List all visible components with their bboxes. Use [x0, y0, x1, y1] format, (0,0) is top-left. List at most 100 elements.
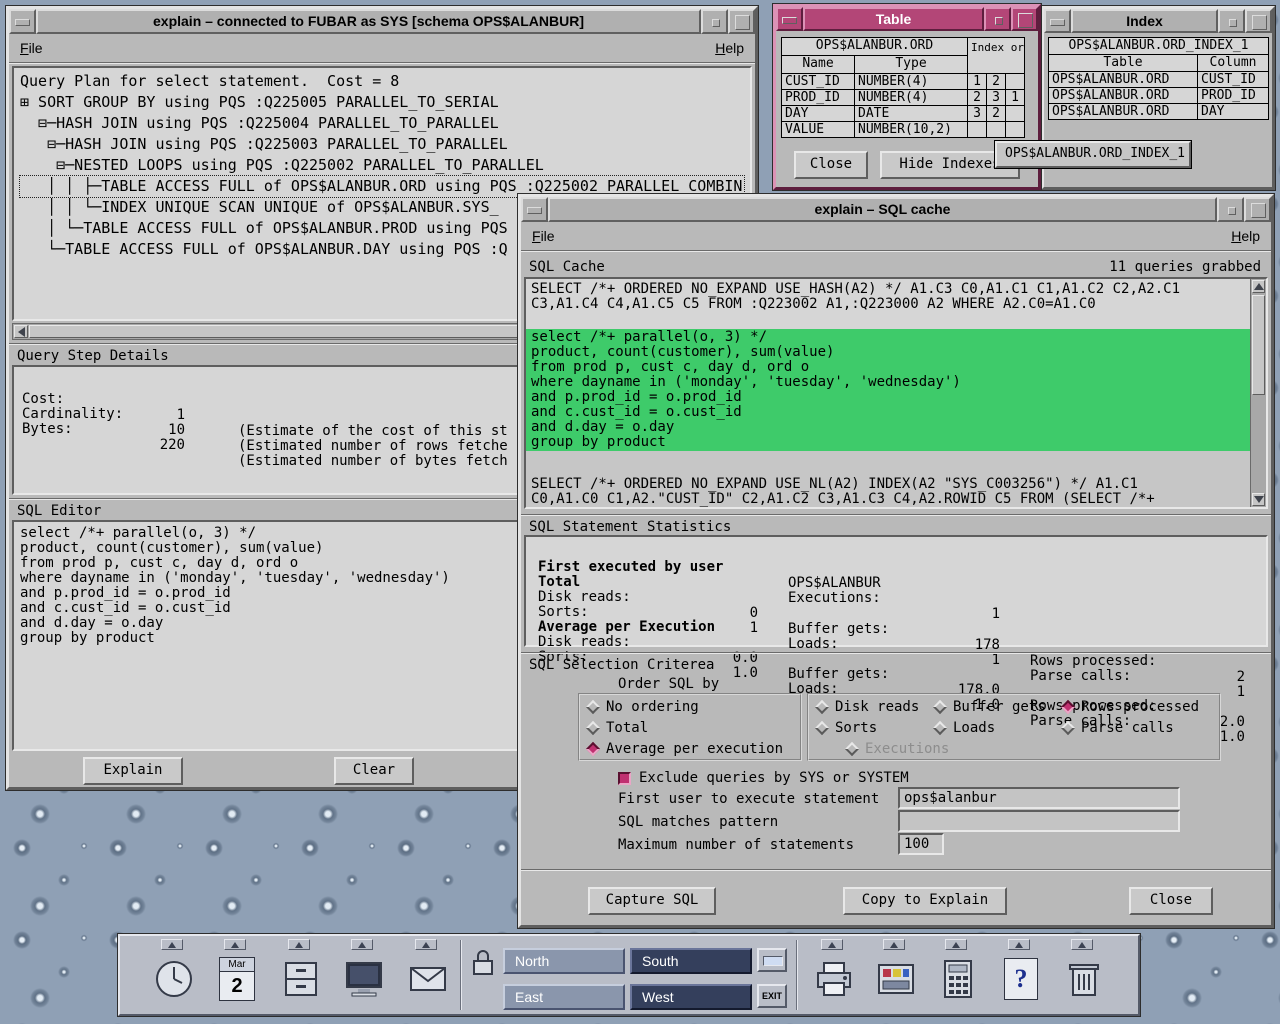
subpanel-arrow-icon[interactable] [288, 939, 310, 950]
first-user-input[interactable] [898, 787, 1180, 809]
window-menu-button[interactable] [9, 9, 36, 34]
clear-button[interactable]: Clear [334, 757, 414, 785]
checkbox-icon [618, 772, 631, 785]
radio-loads[interactable]: Loads [935, 719, 995, 737]
file-manager-icon[interactable] [275, 950, 327, 1008]
maximize-button[interactable] [1244, 197, 1271, 222]
radio-no-ordering[interactable]: No ordering [588, 698, 699, 716]
subpanel-arrow-icon[interactable] [821, 939, 843, 950]
style-manager-icon[interactable] [870, 950, 922, 1008]
radio-diamond-icon [815, 700, 829, 714]
radio-parse-calls[interactable]: Parse calls [1063, 719, 1174, 737]
radio-disk-reads[interactable]: Disk reads [817, 698, 919, 716]
file-menu[interactable]: File [13, 38, 50, 58]
column-name-cell[interactable]: CUST_ID [782, 74, 854, 89]
column-name-cell[interactable]: DAY [782, 106, 854, 121]
maximize-button[interactable] [1011, 7, 1038, 31]
plan-tree-node[interactable]: ⊟─HASH JOIN using PQS :Q225004 PARALLEL_… [20, 113, 744, 134]
lock-icon[interactable] [470, 948, 496, 978]
radio-rows-processed[interactable]: Rows processed [1063, 698, 1199, 716]
calculator-icon[interactable] [932, 950, 984, 1008]
index-selector-dropdown[interactable]: OPS$ALANBUR.ORD_INDEX_1 [995, 141, 1191, 168]
help-menu[interactable]: Help [708, 38, 751, 58]
menubar: File Help [521, 222, 1271, 250]
scroll-up-button[interactable] [1252, 280, 1265, 293]
subpanel-arrow-icon[interactable] [161, 939, 183, 950]
capture-sql-button[interactable]: Capture SQL [588, 887, 716, 915]
close-button[interactable]: Close [1129, 887, 1213, 915]
minimize-button[interactable] [984, 7, 1011, 31]
index-column-cell: CUST_ID [1198, 72, 1268, 87]
cache-line: and p.prod_id = o.prod_id [531, 390, 1245, 405]
exclude-sys-checkbox[interactable]: Exclude queries by SYS or SYSTEM [618, 769, 909, 787]
subpanel-arrow-icon[interactable] [351, 939, 373, 950]
window-title: explain – connected to FUBAR as SYS [sch… [36, 9, 701, 34]
max-statements-input[interactable] [898, 833, 944, 855]
column-name-cell[interactable]: PROD_ID [782, 90, 854, 105]
radio-buffer-gets[interactable]: Buffer gets [935, 698, 1046, 716]
radio-average-per-execution[interactable]: Average per execution [588, 740, 783, 758]
index-column-cell: PROD_ID [1198, 88, 1268, 103]
workspace-button-east[interactable]: East [503, 984, 625, 1010]
cache-entry-selected[interactable]: select /*+ parallel(o, 3) */ product, co… [526, 329, 1250, 451]
minimize-button[interactable] [1218, 9, 1245, 33]
radio-total[interactable]: Total [588, 719, 648, 737]
cache-entry[interactable]: SELECT /*+ ORDERED NO_EXPAND USE_HASH(A2… [526, 279, 1250, 329]
window-menu-button[interactable] [776, 7, 803, 31]
file-menu[interactable]: File [525, 226, 562, 246]
plan-tree-node[interactable]: ⊟─NESTED LOOPS using PQS :Q225002 PARALL… [20, 155, 744, 176]
stats-row: Disk reads: 0 Buffer gets: 178 Rows proc… [534, 573, 1258, 588]
explain-button[interactable]: Explain [83, 757, 183, 785]
window-menu-button[interactable] [521, 197, 548, 222]
clock-icon[interactable] [148, 950, 200, 1008]
printer-icon[interactable] [808, 950, 860, 1008]
calendar-icon[interactable]: Mar 2 [211, 950, 263, 1008]
sql-cache-window: explain – SQL cache File Help SQL Cache … [518, 194, 1274, 928]
subpanel-arrow-icon[interactable] [415, 939, 437, 950]
plan-tree-node[interactable]: ⊞ SORT GROUP BY using PQS :Q225005 PARAL… [20, 92, 744, 113]
mail-icon[interactable] [402, 950, 454, 1008]
close-button[interactable]: Close [794, 151, 868, 179]
down-arrow-icon [1254, 496, 1264, 503]
radio-executions: Executions [847, 740, 949, 758]
trash-icon[interactable] [1058, 950, 1110, 1008]
index-order-cell: 2 [987, 106, 1005, 121]
minimize-button[interactable] [701, 9, 728, 34]
copy-to-explain-button[interactable]: Copy to Explain [843, 887, 1007, 915]
workspace-button-west[interactable]: West [630, 984, 752, 1010]
stats-row: First executed by user OPS$ALANBUR [534, 543, 1258, 558]
scroll-down-button[interactable] [1252, 493, 1265, 506]
cache-line: SELECT /*+ ORDERED NO_EXPAND USE_NL(A2) … [531, 477, 1245, 492]
radio-diamond-icon [845, 742, 859, 756]
maximize-button[interactable] [728, 9, 755, 34]
help-menu[interactable]: Help [1224, 226, 1267, 246]
subpanel-arrow-icon[interactable] [1071, 939, 1093, 950]
window-menu-button[interactable] [1044, 9, 1071, 33]
statement-statistics-panel: First executed by user OPS$ALANBUR Total… [524, 535, 1268, 647]
workspace-button-north[interactable]: North [503, 948, 625, 974]
order-options-group: No ordering Total Average per execution [578, 693, 802, 761]
subpanel-arrow-icon[interactable] [945, 939, 967, 950]
subpanel-arrow-icon[interactable] [883, 939, 905, 950]
subpanel-arrow-icon[interactable] [1008, 939, 1030, 950]
index-order-cell [968, 122, 986, 137]
index-order-cell [1006, 74, 1024, 89]
scrollbar-thumb[interactable] [1252, 295, 1265, 395]
scroll-left-button[interactable] [14, 325, 28, 338]
sql-pattern-input[interactable] [898, 810, 1180, 832]
index-order-cell: 2 [968, 90, 986, 105]
plan-tree-node[interactable]: ⊟─HASH JOIN using PQS :Q225003 PARALLEL_… [20, 134, 744, 155]
exit-button[interactable]: EXIT [757, 984, 787, 1008]
radio-sorts[interactable]: Sorts [817, 719, 877, 737]
help-icon[interactable]: ? [995, 950, 1047, 1008]
radio-diamond-icon [586, 742, 600, 756]
queries-grabbed-status: 11 queries grabbed [1109, 259, 1261, 275]
subpanel-arrow-icon[interactable] [224, 939, 246, 950]
workspace-button-south[interactable]: South [630, 948, 752, 974]
cache-entry[interactable]: SELECT /*+ ORDERED NO_EXPAND USE_NL(A2) … [526, 451, 1250, 507]
minimize-button[interactable] [1217, 197, 1244, 222]
column-name-cell[interactable]: VALUE [782, 122, 854, 137]
vertical-scrollbar[interactable] [1250, 279, 1266, 507]
maximize-button[interactable] [1245, 9, 1272, 33]
terminal-icon[interactable] [338, 950, 390, 1008]
